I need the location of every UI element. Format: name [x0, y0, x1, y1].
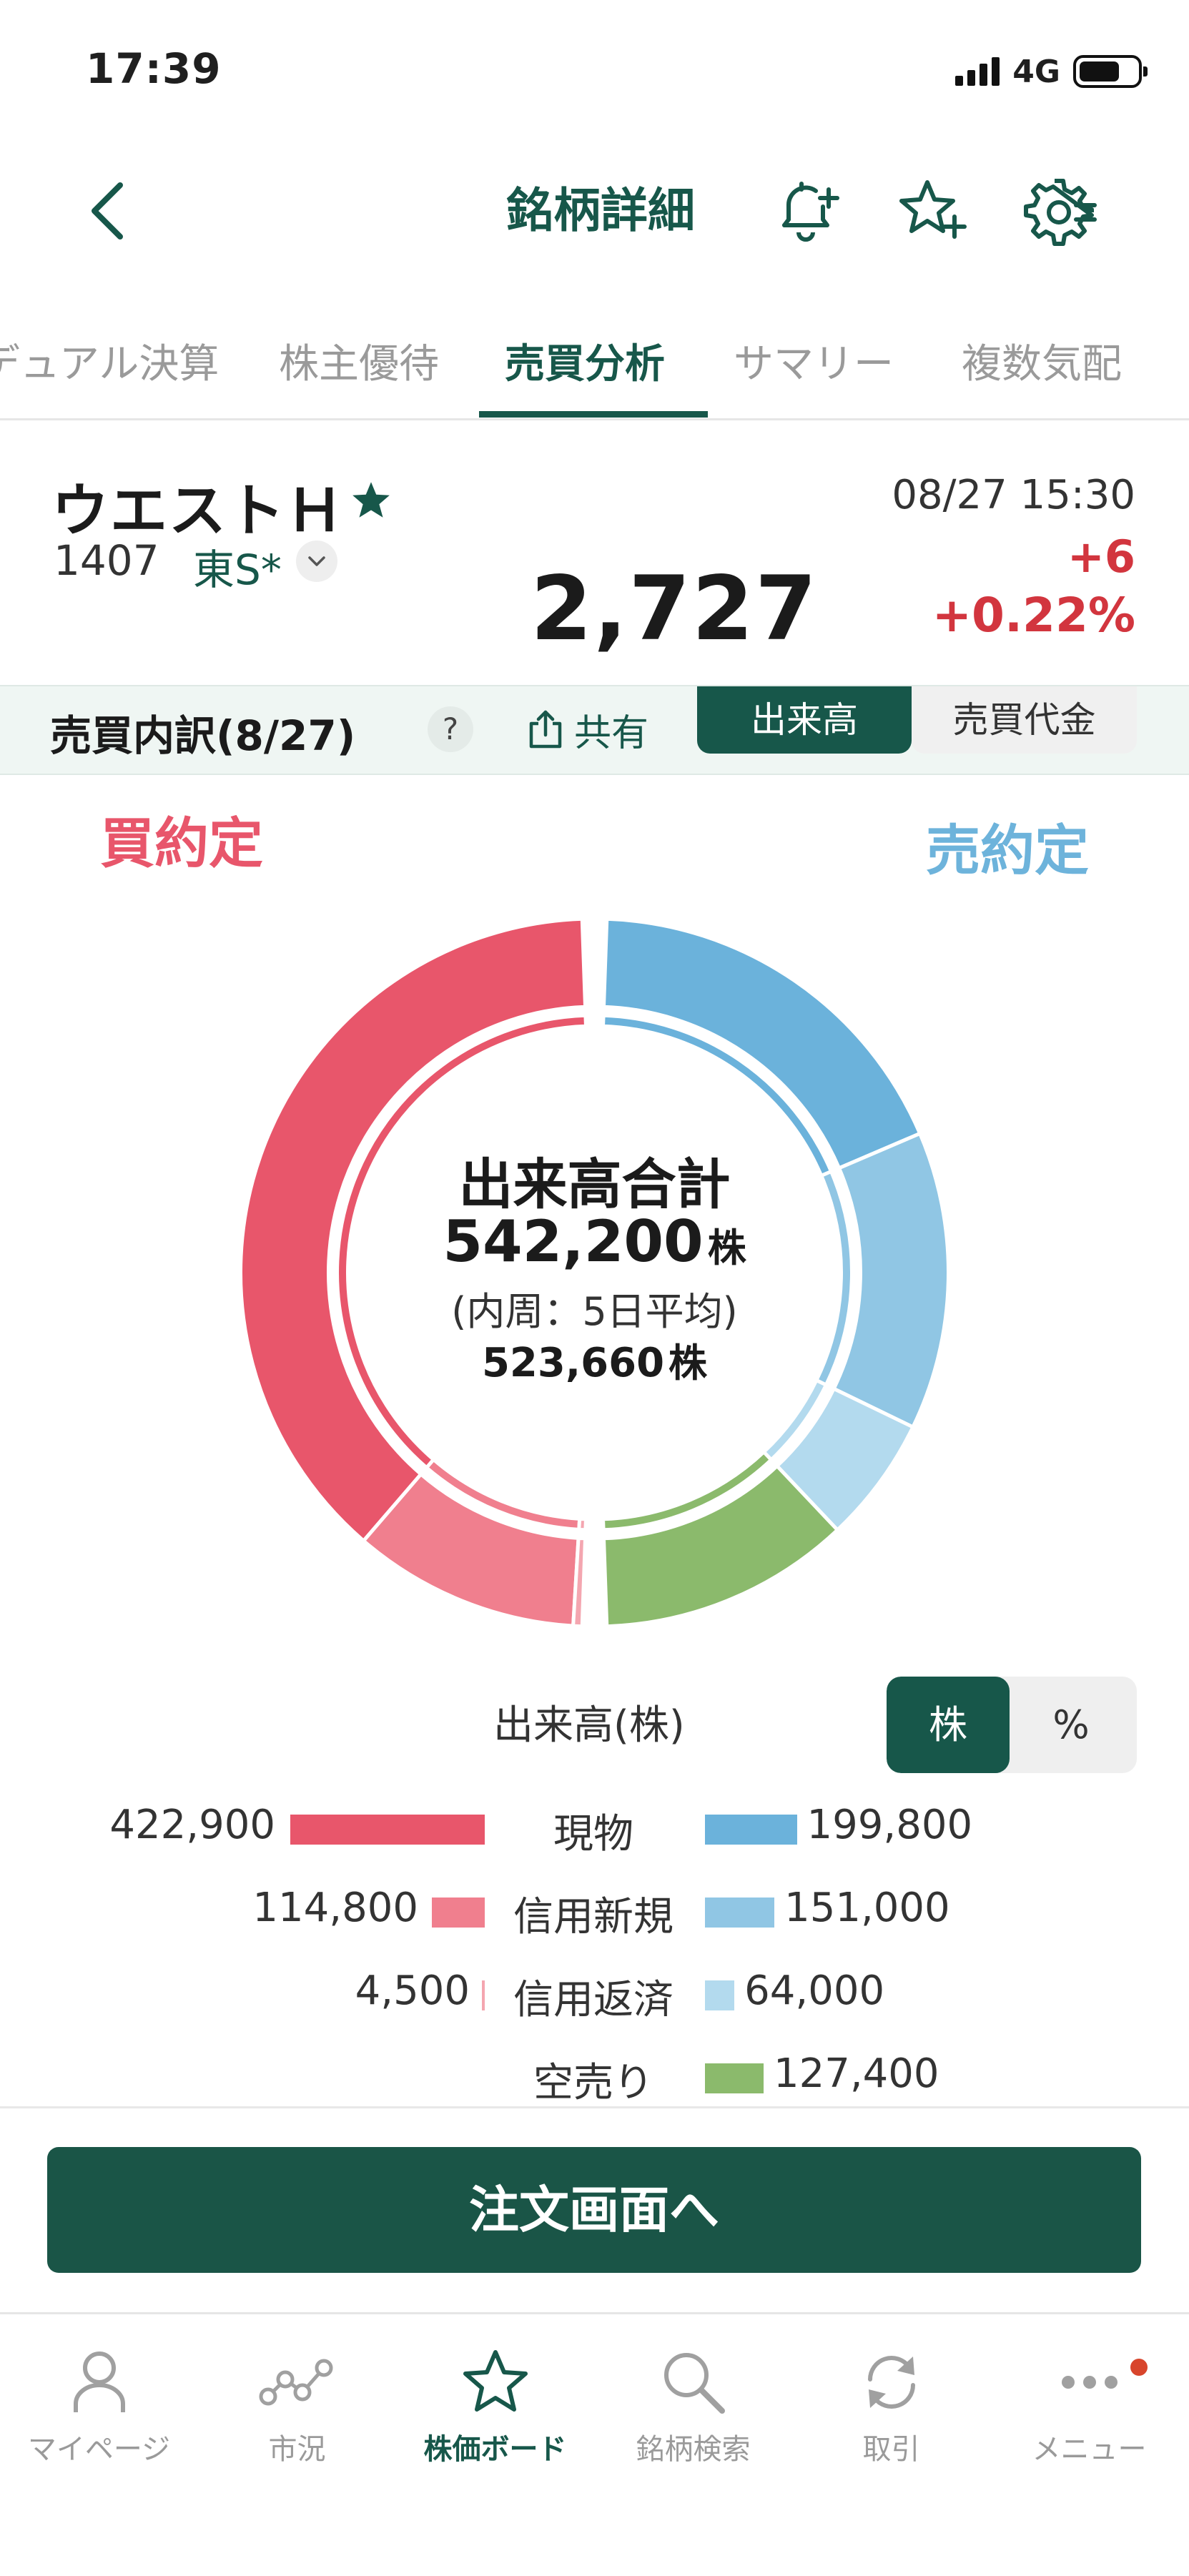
tab-shareholder-benefits[interactable]: 株主優待	[279, 329, 439, 400]
category-margin-new: 信用新規	[513, 1894, 674, 1940]
signal-icon	[955, 57, 1000, 86]
sell-bar-margin-new	[705, 1898, 775, 1928]
total-volume: 542,200	[443, 1208, 704, 1275]
stock-code: 1407	[54, 536, 159, 585]
tab-dual-earnings[interactable]: デュアル決算	[0, 329, 219, 400]
nav-mypage[interactable]: マイページ	[0, 2343, 198, 2467]
sell-value-margin-repay: 64,000	[744, 1968, 885, 2014]
chevron-left-icon	[92, 182, 123, 240]
market-label: 東S*	[193, 546, 282, 594]
back-button[interactable]	[79, 175, 136, 247]
detail-tabs: デュアル決算 株主優待 売買分析 サマリー 複数気配	[0, 315, 1189, 420]
unit-shares-button[interactable]: 株	[887, 1677, 1010, 1773]
nav-trade[interactable]: 取引	[792, 2343, 990, 2467]
nav-search-label: 銘柄検索	[636, 2433, 751, 2466]
category-short-sell: 空売り	[533, 2060, 653, 2106]
help-button[interactable]: ?	[428, 706, 473, 752]
tab-summary[interactable]: サマリー	[734, 329, 894, 400]
average-unit: 株	[668, 1341, 708, 1386]
mode-value-button[interactable]: 売買代金	[912, 686, 1137, 754]
refresh-icon	[867, 2356, 915, 2409]
price-change-percent: +0.22%	[932, 588, 1135, 643]
page-title: 銘柄詳細	[506, 183, 695, 238]
favorite-star-icon	[352, 482, 390, 518]
tab-multiple-quotes[interactable]: 複数気配	[962, 329, 1122, 400]
nav-mypage-label: マイページ	[27, 2433, 171, 2466]
donut-center-subtitle: (内周：5日平均)	[451, 1289, 738, 1334]
gear-icon	[1024, 179, 1097, 246]
market-select-button[interactable]	[296, 541, 337, 582]
total-unit: 株	[707, 1225, 746, 1270]
order-screen-button[interactable]: 注文画面へ	[47, 2147, 1141, 2273]
buy-inner-segment-2	[577, 1516, 588, 1532]
mode-volume-button[interactable]: 出来高	[697, 686, 912, 754]
bell-plus-icon	[782, 182, 839, 242]
notification-dot	[1130, 2359, 1148, 2376]
active-tab-indicator	[479, 411, 708, 418]
settings-button[interactable]	[1021, 172, 1100, 250]
add-favorite-button[interactable]	[894, 172, 972, 250]
nav-menu[interactable]: メニュー	[990, 2343, 1188, 2467]
status-indicators: 4G	[955, 50, 1148, 93]
section-divider	[0, 2106, 1189, 2108]
buy-value-cash: 422,900	[109, 1802, 275, 1848]
stock-name: ウエストＨ	[51, 478, 345, 544]
battery-icon	[1073, 55, 1148, 88]
sell-bar-short-sell	[705, 2063, 764, 2093]
chart-line-icon	[259, 2359, 332, 2406]
tab-trade-analysis[interactable]: 売買分析	[505, 329, 665, 400]
more-icon	[1061, 2376, 1118, 2389]
sell-label: 売約定	[926, 819, 1089, 882]
network-type: 4G	[1012, 53, 1060, 90]
star-plus-icon	[899, 180, 967, 239]
nav-stock-board[interactable]: 株価ボード	[396, 2343, 594, 2467]
category-cash: 現物	[553, 1811, 633, 1857]
share-icon	[529, 710, 562, 749]
nav-stock-board-label: 株価ボード	[423, 2433, 567, 2466]
category-margin-repay: 信用返済	[513, 1977, 674, 2023]
unit-percent-button[interactable]: %	[1010, 1677, 1133, 1773]
share-button[interactable]: 共有	[526, 701, 648, 758]
breakdown-mode-toggle: 出来高 売買代金	[697, 686, 1137, 754]
nav-market-label: 市況	[268, 2433, 326, 2466]
buy-value-margin-new: 114,800	[252, 1885, 418, 1931]
sell-bar-margin-repay	[705, 1980, 735, 2010]
nav-menu-label: メニュー	[1032, 2433, 1147, 2466]
buy-value-margin-repay: 4,500	[355, 1968, 470, 2014]
donut-center-total: 542,200 株	[0, 1208, 1189, 1275]
stock-price: 2,727	[531, 558, 819, 661]
person-icon	[73, 2352, 125, 2412]
price-change: +6	[1067, 531, 1135, 583]
share-label: 共有	[574, 711, 649, 755]
nav-market[interactable]: 市況	[198, 2343, 396, 2467]
star-icon	[463, 2350, 528, 2412]
buy-bar-margin-repay	[482, 1980, 485, 2010]
search-icon	[663, 2353, 725, 2414]
sell-value-margin-new: 151,000	[784, 1885, 950, 1931]
sell-value-cash: 199,800	[806, 1802, 973, 1848]
sell-bar-cash	[705, 1815, 797, 1845]
bottom-navigation: マイページ 市況 株価ボード 銘柄検索 取引 メニュー	[0, 2312, 1189, 2576]
nav-search[interactable]: 銘柄検索	[594, 2343, 792, 2467]
buy-bar-cash	[290, 1815, 485, 1845]
unit-toggle: 株 %	[887, 1677, 1137, 1773]
price-datetime: 08/27 15:30	[892, 472, 1135, 518]
sell-outer-segment-0	[601, 917, 922, 1171]
nav-trade-label: 取引	[862, 2433, 920, 2466]
buy-bar-margin-new	[432, 1898, 485, 1928]
breakdown-toolbar: 売買内訳(8/27) ? 共有 出来高 売買代金	[0, 685, 1189, 775]
breakdown-title: 売買内訳(8/27)	[50, 711, 356, 760]
chevron-down-icon	[308, 556, 325, 566]
status-time: 17:39	[86, 44, 222, 93]
buy-label: 買約定	[100, 811, 263, 875]
add-alert-button[interactable]	[766, 172, 845, 250]
average-volume: 523,660	[481, 1340, 665, 1386]
legend-title: 出来高(株)	[493, 1702, 685, 1749]
donut-center-title: 出来高合計	[458, 1153, 731, 1216]
sell-value-short-sell: 127,400	[773, 2051, 939, 2097]
donut-center-average: 523,660 株	[0, 1331, 1189, 1388]
